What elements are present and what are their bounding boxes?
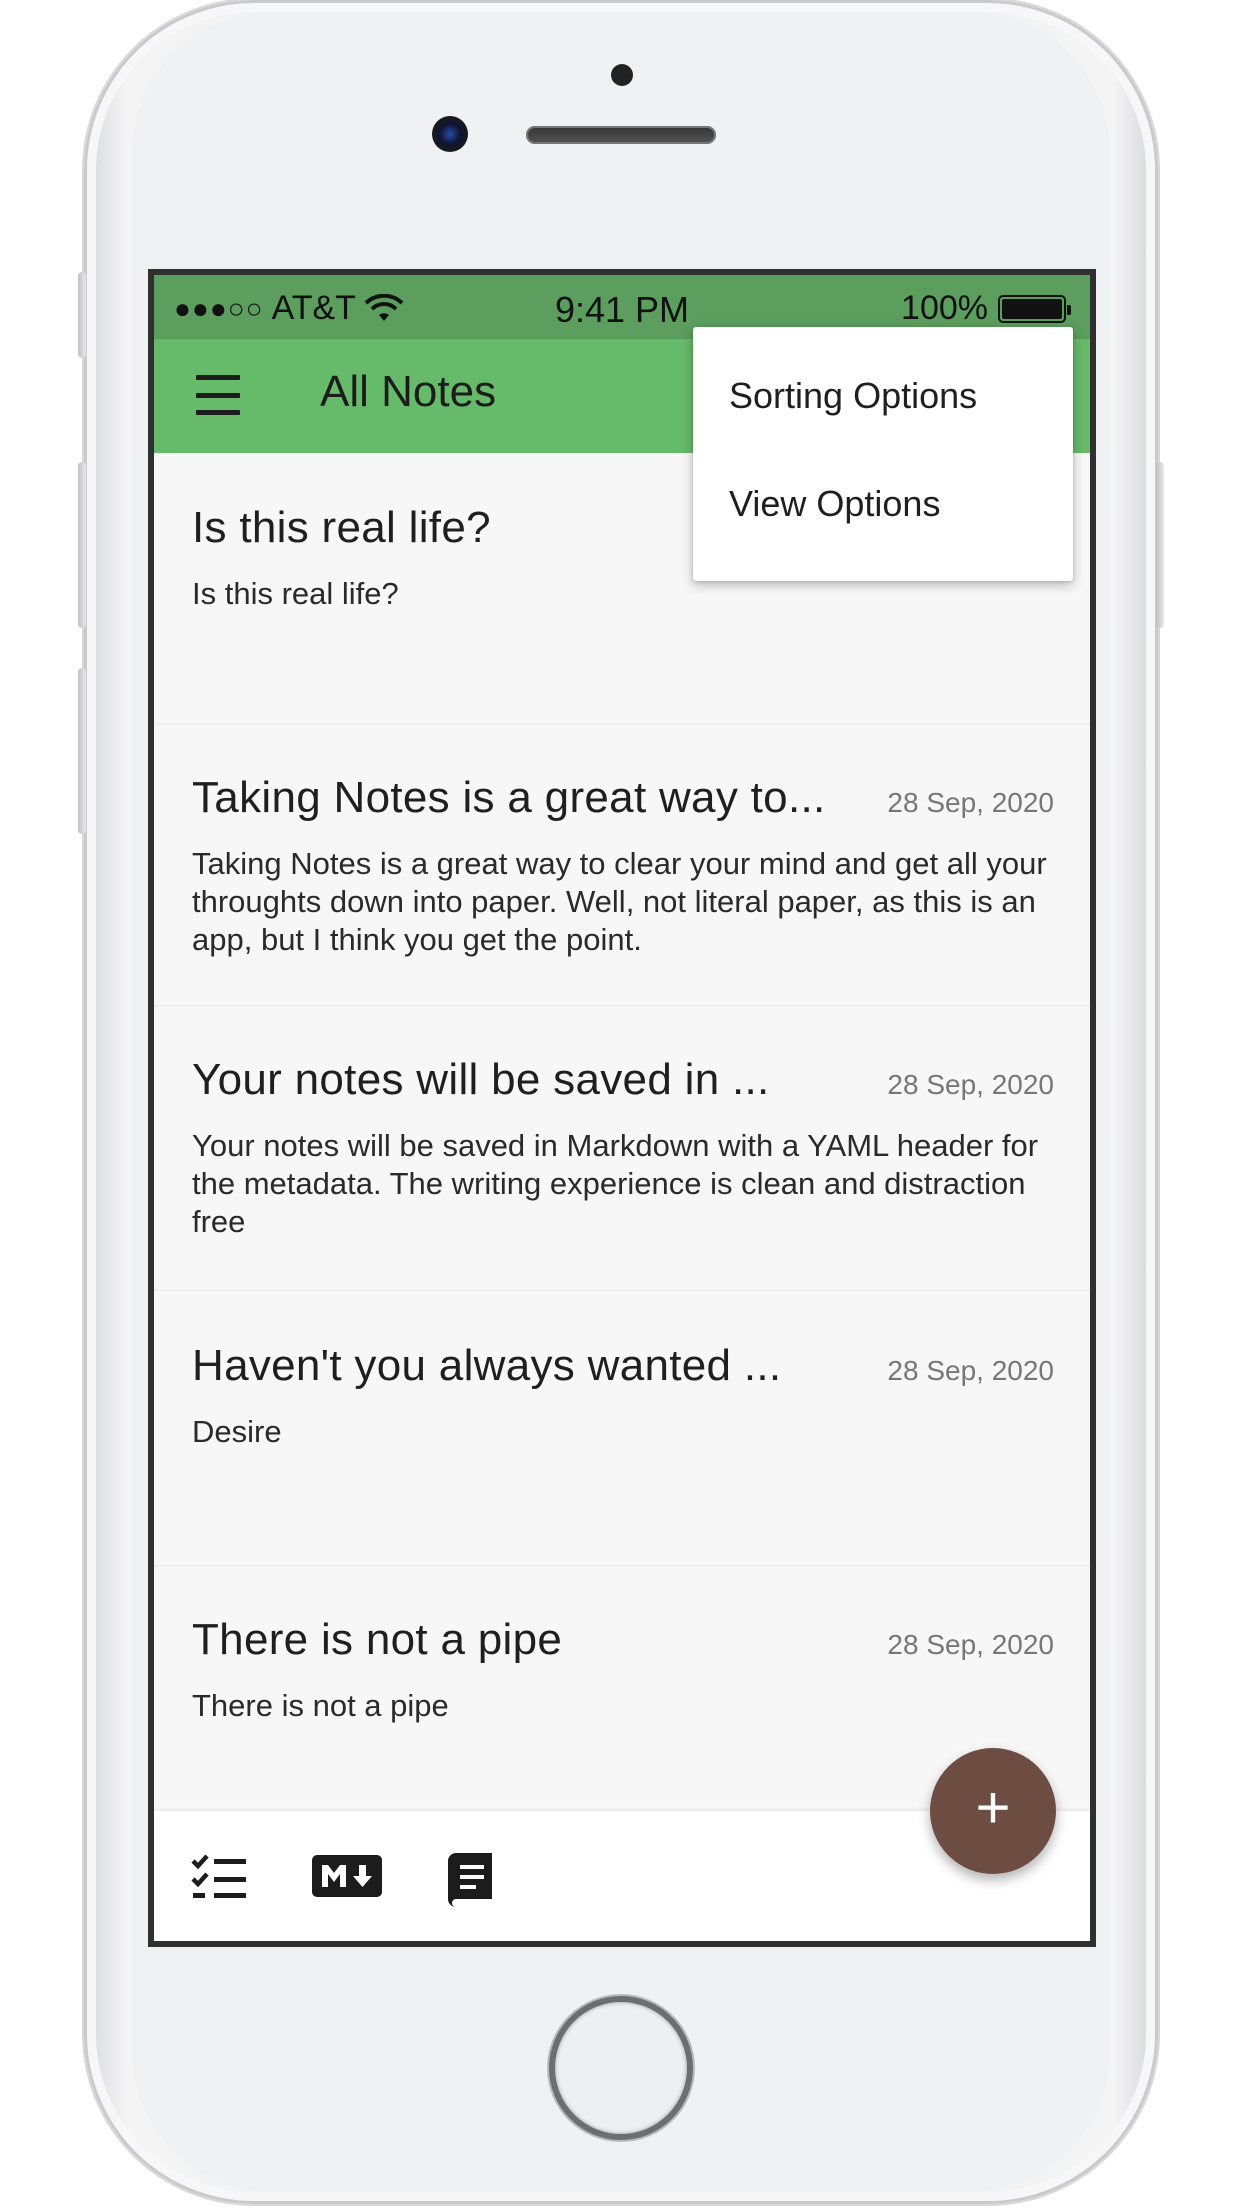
battery-icon bbox=[998, 294, 1071, 323]
note-title: There is not a pipe bbox=[192, 1615, 563, 1664]
note-preview: There is not a pipe bbox=[192, 1688, 449, 1723]
note-date: 28 Sep, 2020 bbox=[887, 1069, 1054, 1100]
note-date: 28 Sep, 2020 bbox=[887, 1629, 1054, 1660]
view-options-menu-item[interactable]: View Options bbox=[729, 483, 940, 525]
hamburger-menu-icon[interactable] bbox=[196, 375, 240, 415]
page-title: All Notes bbox=[320, 367, 497, 416]
notes-list: Is this real life? Is this real life? Ta… bbox=[154, 453, 1090, 1847]
note-item[interactable]: Taking Notes is a great way to... 28 Sep… bbox=[154, 725, 1090, 1007]
overflow-menu: Sorting Options View Options bbox=[693, 327, 1073, 581]
note-title: Your notes will be saved in ... bbox=[192, 1055, 770, 1104]
add-note-button[interactable]: + bbox=[930, 1748, 1056, 1874]
note-title: Is this real life? bbox=[192, 503, 491, 552]
checklist-icon[interactable] bbox=[190, 1853, 248, 1901]
note-title: Haven't you always wanted ... bbox=[192, 1341, 782, 1390]
note-preview: Your notes will be saved in Markdown wit… bbox=[192, 1128, 1039, 1239]
proximity-sensor bbox=[611, 64, 633, 86]
note-item[interactable]: Your notes will be saved in ... 28 Sep, … bbox=[154, 1007, 1090, 1291]
app-screen: ●●●○○ AT&T 9:41 PM 100% All Notes Is thi… bbox=[148, 269, 1096, 1947]
mute-switch bbox=[78, 272, 86, 358]
volume-up-button bbox=[78, 462, 86, 628]
note-item[interactable]: Haven't you always wanted ... 28 Sep, 20… bbox=[154, 1291, 1090, 1567]
note-preview: Taking Notes is a great way to clear you… bbox=[192, 846, 1047, 957]
battery-status: 100% bbox=[901, 289, 1071, 328]
volume-down-button bbox=[78, 668, 86, 834]
earpiece-speaker bbox=[526, 126, 716, 144]
power-button bbox=[1156, 462, 1164, 628]
note-date: 28 Sep, 2020 bbox=[887, 787, 1054, 818]
note-date: 28 Sep, 2020 bbox=[887, 1355, 1054, 1386]
book-icon[interactable] bbox=[446, 1853, 494, 1907]
note-title: Taking Notes is a great way to... bbox=[192, 773, 826, 822]
battery-percent: 100% bbox=[901, 289, 988, 327]
front-camera bbox=[432, 116, 468, 152]
home-button[interactable] bbox=[549, 1996, 693, 2140]
markdown-icon[interactable] bbox=[312, 1853, 382, 1899]
note-preview: Desire bbox=[192, 1414, 282, 1449]
sorting-options-menu-item[interactable]: Sorting Options bbox=[729, 375, 977, 417]
